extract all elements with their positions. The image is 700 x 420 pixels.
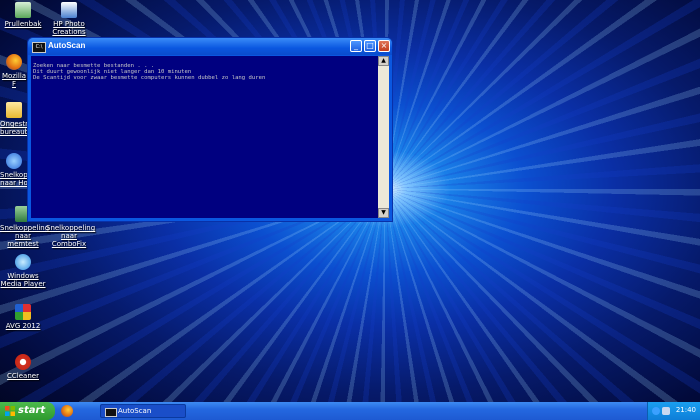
firefox-icon xyxy=(6,54,22,70)
console-line: De Scantijd voor zwaar besmette computer… xyxy=(33,75,266,81)
autoscan-window[interactable]: C:\ AutoScan _ □ × Zoeken naar besmette … xyxy=(27,37,393,222)
scroll-up-arrow[interactable]: ▲ xyxy=(378,56,389,66)
desktop-icon-mozilla[interactable]: Mozilla F xyxy=(0,54,28,88)
console-icon xyxy=(105,408,117,417)
desktop-icon-folder[interactable]: Ongestr bureaubl xyxy=(0,102,28,136)
desktop-icon-shortcut-help[interactable]: Snelkoppe naar Ho xyxy=(0,153,28,187)
media-player-icon xyxy=(15,254,31,270)
clock[interactable]: 21:40 xyxy=(676,406,696,414)
windows-logo-icon xyxy=(5,406,15,416)
window-titlebar[interactable]: C:\ AutoScan _ □ × xyxy=(28,38,392,55)
desktop-icon-recycle-bin[interactable]: Prullenbak xyxy=(0,2,46,28)
desktop-icon-hp-photo[interactable]: HP Photo Creations xyxy=(46,2,92,36)
close-button[interactable]: × xyxy=(378,40,390,52)
desktop-icon-media-player[interactable]: Windows Media Player xyxy=(0,254,46,288)
firefox-quicklaunch-icon[interactable] xyxy=(61,405,73,417)
scroll-down-arrow[interactable]: ▼ xyxy=(378,208,389,218)
network-tray-icon[interactable] xyxy=(662,407,670,415)
console-output[interactable]: Zoeken naar besmette bestanden . . . Dit … xyxy=(31,56,378,218)
photo-app-icon xyxy=(61,2,77,18)
help-icon xyxy=(6,153,22,169)
taskbar-item-autoscan[interactable]: AutoScan xyxy=(100,404,186,418)
system-tray: 21:40 xyxy=(647,402,700,420)
console-scrollbar[interactable]: ▲ ▼ xyxy=(378,56,389,218)
console-icon: C:\ xyxy=(32,42,46,53)
ccleaner-icon xyxy=(15,354,31,370)
taskbar: start AutoScan 21:40 xyxy=(0,402,700,420)
desktop-icon-avg[interactable]: AVG 2012 xyxy=(0,304,46,330)
desktop-icon-ccleaner[interactable]: CCleaner xyxy=(0,354,46,380)
folder-icon xyxy=(6,102,22,118)
recycle-bin-icon xyxy=(15,2,31,18)
start-button[interactable]: start xyxy=(0,402,55,420)
minimize-button[interactable]: _ xyxy=(350,40,362,52)
window-title: AutoScan xyxy=(48,41,86,50)
maximize-button[interactable]: □ xyxy=(364,40,376,52)
avg-icon xyxy=(15,304,31,320)
help-tray-icon[interactable] xyxy=(652,407,660,415)
